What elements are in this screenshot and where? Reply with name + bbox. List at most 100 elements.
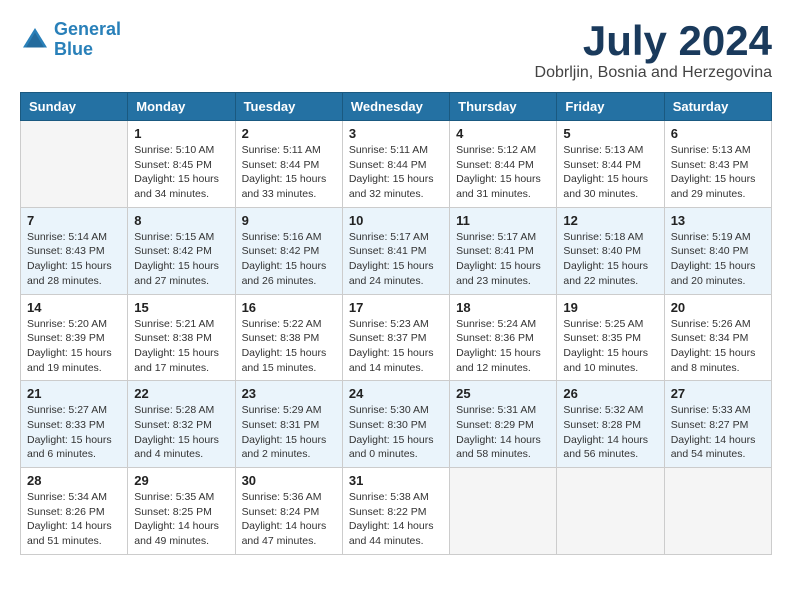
day-number: 31 bbox=[349, 473, 443, 488]
day-number: 29 bbox=[134, 473, 228, 488]
day-number: 11 bbox=[456, 213, 550, 228]
day-info: Sunrise: 5:11 AMSunset: 8:44 PMDaylight:… bbox=[349, 143, 443, 202]
day-number: 4 bbox=[456, 126, 550, 141]
day-info: Sunrise: 5:29 AMSunset: 8:31 PMDaylight:… bbox=[242, 403, 336, 462]
table-row: 25 Sunrise: 5:31 AMSunset: 8:29 PMDaylig… bbox=[450, 381, 557, 468]
day-info: Sunrise: 5:19 AMSunset: 8:40 PMDaylight:… bbox=[671, 230, 765, 289]
calendar-week-row: 21 Sunrise: 5:27 AMSunset: 8:33 PMDaylig… bbox=[21, 381, 772, 468]
day-number: 17 bbox=[349, 300, 443, 315]
table-row: 19 Sunrise: 5:25 AMSunset: 8:35 PMDaylig… bbox=[557, 294, 664, 381]
day-number: 2 bbox=[242, 126, 336, 141]
table-row: 22 Sunrise: 5:28 AMSunset: 8:32 PMDaylig… bbox=[128, 381, 235, 468]
table-row bbox=[664, 468, 771, 555]
table-row: 5 Sunrise: 5:13 AMSunset: 8:44 PMDayligh… bbox=[557, 121, 664, 208]
day-info: Sunrise: 5:13 AMSunset: 8:44 PMDaylight:… bbox=[563, 143, 657, 202]
table-row: 21 Sunrise: 5:27 AMSunset: 8:33 PMDaylig… bbox=[21, 381, 128, 468]
header-wednesday: Wednesday bbox=[342, 93, 449, 121]
day-number: 23 bbox=[242, 386, 336, 401]
month-title: July 2024 bbox=[535, 20, 772, 62]
day-info: Sunrise: 5:12 AMSunset: 8:44 PMDaylight:… bbox=[456, 143, 550, 202]
table-row: 15 Sunrise: 5:21 AMSunset: 8:38 PMDaylig… bbox=[128, 294, 235, 381]
table-row bbox=[21, 121, 128, 208]
day-info: Sunrise: 5:13 AMSunset: 8:43 PMDaylight:… bbox=[671, 143, 765, 202]
day-info: Sunrise: 5:34 AMSunset: 8:26 PMDaylight:… bbox=[27, 490, 121, 549]
day-number: 25 bbox=[456, 386, 550, 401]
day-number: 10 bbox=[349, 213, 443, 228]
weekday-header-row: Sunday Monday Tuesday Wednesday Thursday… bbox=[21, 93, 772, 121]
logo-icon bbox=[20, 25, 50, 55]
table-row: 28 Sunrise: 5:34 AMSunset: 8:26 PMDaylig… bbox=[21, 468, 128, 555]
calendar-week-row: 7 Sunrise: 5:14 AMSunset: 8:43 PMDayligh… bbox=[21, 207, 772, 294]
day-info: Sunrise: 5:32 AMSunset: 8:28 PMDaylight:… bbox=[563, 403, 657, 462]
day-number: 21 bbox=[27, 386, 121, 401]
logo-general: General bbox=[54, 19, 121, 39]
calendar-week-row: 28 Sunrise: 5:34 AMSunset: 8:26 PMDaylig… bbox=[21, 468, 772, 555]
day-number: 26 bbox=[563, 386, 657, 401]
table-row: 29 Sunrise: 5:35 AMSunset: 8:25 PMDaylig… bbox=[128, 468, 235, 555]
location-title: Dobrljin, Bosnia and Herzegovina bbox=[535, 64, 772, 82]
logo-text: General Blue bbox=[54, 20, 121, 60]
calendar-week-row: 14 Sunrise: 5:20 AMSunset: 8:39 PMDaylig… bbox=[21, 294, 772, 381]
table-row: 17 Sunrise: 5:23 AMSunset: 8:37 PMDaylig… bbox=[342, 294, 449, 381]
header-sunday: Sunday bbox=[21, 93, 128, 121]
table-row: 8 Sunrise: 5:15 AMSunset: 8:42 PMDayligh… bbox=[128, 207, 235, 294]
day-info: Sunrise: 5:18 AMSunset: 8:40 PMDaylight:… bbox=[563, 230, 657, 289]
calendar-title-area: July 2024 Dobrljin, Bosnia and Herzegovi… bbox=[535, 20, 772, 82]
table-row: 6 Sunrise: 5:13 AMSunset: 8:43 PMDayligh… bbox=[664, 121, 771, 208]
header-thursday: Thursday bbox=[450, 93, 557, 121]
header-monday: Monday bbox=[128, 93, 235, 121]
day-number: 20 bbox=[671, 300, 765, 315]
day-info: Sunrise: 5:25 AMSunset: 8:35 PMDaylight:… bbox=[563, 317, 657, 376]
table-row: 2 Sunrise: 5:11 AMSunset: 8:44 PMDayligh… bbox=[235, 121, 342, 208]
table-row: 30 Sunrise: 5:36 AMSunset: 8:24 PMDaylig… bbox=[235, 468, 342, 555]
day-number: 22 bbox=[134, 386, 228, 401]
day-info: Sunrise: 5:33 AMSunset: 8:27 PMDaylight:… bbox=[671, 403, 765, 462]
header-saturday: Saturday bbox=[664, 93, 771, 121]
table-row: 12 Sunrise: 5:18 AMSunset: 8:40 PMDaylig… bbox=[557, 207, 664, 294]
day-number: 6 bbox=[671, 126, 765, 141]
header-tuesday: Tuesday bbox=[235, 93, 342, 121]
day-info: Sunrise: 5:36 AMSunset: 8:24 PMDaylight:… bbox=[242, 490, 336, 549]
day-info: Sunrise: 5:15 AMSunset: 8:42 PMDaylight:… bbox=[134, 230, 228, 289]
day-number: 1 bbox=[134, 126, 228, 141]
day-info: Sunrise: 5:20 AMSunset: 8:39 PMDaylight:… bbox=[27, 317, 121, 376]
day-info: Sunrise: 5:17 AMSunset: 8:41 PMDaylight:… bbox=[456, 230, 550, 289]
day-number: 24 bbox=[349, 386, 443, 401]
day-number: 13 bbox=[671, 213, 765, 228]
day-info: Sunrise: 5:16 AMSunset: 8:42 PMDaylight:… bbox=[242, 230, 336, 289]
table-row: 16 Sunrise: 5:22 AMSunset: 8:38 PMDaylig… bbox=[235, 294, 342, 381]
table-row bbox=[557, 468, 664, 555]
day-info: Sunrise: 5:31 AMSunset: 8:29 PMDaylight:… bbox=[456, 403, 550, 462]
page-header: General Blue July 2024 Dobrljin, Bosnia … bbox=[20, 20, 772, 82]
calendar-table: Sunday Monday Tuesday Wednesday Thursday… bbox=[20, 92, 772, 555]
table-row: 31 Sunrise: 5:38 AMSunset: 8:22 PMDaylig… bbox=[342, 468, 449, 555]
calendar-week-row: 1 Sunrise: 5:10 AMSunset: 8:45 PMDayligh… bbox=[21, 121, 772, 208]
day-number: 5 bbox=[563, 126, 657, 141]
day-number: 28 bbox=[27, 473, 121, 488]
table-row: 9 Sunrise: 5:16 AMSunset: 8:42 PMDayligh… bbox=[235, 207, 342, 294]
day-number: 16 bbox=[242, 300, 336, 315]
header-friday: Friday bbox=[557, 93, 664, 121]
day-number: 15 bbox=[134, 300, 228, 315]
day-info: Sunrise: 5:17 AMSunset: 8:41 PMDaylight:… bbox=[349, 230, 443, 289]
table-row: 10 Sunrise: 5:17 AMSunset: 8:41 PMDaylig… bbox=[342, 207, 449, 294]
day-info: Sunrise: 5:22 AMSunset: 8:38 PMDaylight:… bbox=[242, 317, 336, 376]
table-row: 20 Sunrise: 5:26 AMSunset: 8:34 PMDaylig… bbox=[664, 294, 771, 381]
table-row: 13 Sunrise: 5:19 AMSunset: 8:40 PMDaylig… bbox=[664, 207, 771, 294]
day-info: Sunrise: 5:23 AMSunset: 8:37 PMDaylight:… bbox=[349, 317, 443, 376]
day-number: 30 bbox=[242, 473, 336, 488]
day-number: 14 bbox=[27, 300, 121, 315]
day-info: Sunrise: 5:21 AMSunset: 8:38 PMDaylight:… bbox=[134, 317, 228, 376]
day-info: Sunrise: 5:14 AMSunset: 8:43 PMDaylight:… bbox=[27, 230, 121, 289]
logo: General Blue bbox=[20, 20, 121, 60]
day-number: 7 bbox=[27, 213, 121, 228]
day-number: 19 bbox=[563, 300, 657, 315]
day-number: 8 bbox=[134, 213, 228, 228]
day-info: Sunrise: 5:26 AMSunset: 8:34 PMDaylight:… bbox=[671, 317, 765, 376]
day-info: Sunrise: 5:30 AMSunset: 8:30 PMDaylight:… bbox=[349, 403, 443, 462]
table-row: 14 Sunrise: 5:20 AMSunset: 8:39 PMDaylig… bbox=[21, 294, 128, 381]
day-info: Sunrise: 5:35 AMSunset: 8:25 PMDaylight:… bbox=[134, 490, 228, 549]
table-row bbox=[450, 468, 557, 555]
logo-blue: Blue bbox=[54, 39, 93, 59]
table-row: 4 Sunrise: 5:12 AMSunset: 8:44 PMDayligh… bbox=[450, 121, 557, 208]
